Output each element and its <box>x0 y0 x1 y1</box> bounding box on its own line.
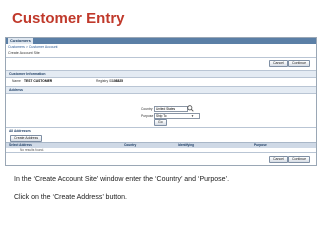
continue-button[interactable]: Continue <box>288 60 311 67</box>
go-button[interactable]: Go <box>154 119 167 126</box>
column-purpose: Purpose <box>254 143 267 147</box>
customer-information-label: Customer Information <box>9 72 46 76</box>
section-divider <box>6 127 316 128</box>
registry-id-value: 108825 <box>112 79 124 83</box>
chevron-down-icon[interactable]: ▼ <box>191 114 194 118</box>
address-section: Address <box>6 86 316 94</box>
registry-id-label: Registry ID <box>96 79 113 83</box>
header-divider <box>6 57 316 58</box>
column-identifying: Identifying <box>178 143 195 147</box>
purpose-label: Purpose <box>141 114 154 118</box>
tab-customers[interactable]: Customers <box>8 38 33 44</box>
column-country: Country <box>124 143 137 147</box>
instruction-line-2: Click on the ‘Create Address’ button. <box>14 194 127 201</box>
country-field[interactable]: United States <box>154 106 188 112</box>
slide-title: Customer Entry <box>12 10 125 27</box>
cancel-button[interactable]: Cancel <box>269 60 288 67</box>
page-header: Create Account Site <box>8 51 40 55</box>
address-label: Address <box>9 88 24 92</box>
all-addresses-label: All Addresses <box>9 129 31 133</box>
create-address-button[interactable]: Create Address <box>10 135 43 142</box>
country-label: Country <box>141 107 153 111</box>
addresses-table-header: Select Address Country Identifying Purpo… <box>6 142 316 148</box>
search-icon[interactable] <box>187 105 194 112</box>
app-screenshot: Customers Customers > Customer Account C… <box>5 37 317 166</box>
breadcrumb[interactable]: Customers > Customer Account <box>8 45 58 49</box>
table-bottom-divider <box>6 152 316 153</box>
name-value: TEST CUSTOMER <box>24 79 53 83</box>
continue-button-bottom[interactable]: Continue <box>288 156 311 163</box>
instruction-line-1: In the ‘Create Account Site’ window ente… <box>14 176 230 183</box>
cancel-button-bottom[interactable]: Cancel <box>269 156 288 163</box>
customer-information-section: Customer Information <box>6 70 316 78</box>
tab-bar: Customers <box>6 38 316 44</box>
name-label: Name <box>12 79 21 83</box>
